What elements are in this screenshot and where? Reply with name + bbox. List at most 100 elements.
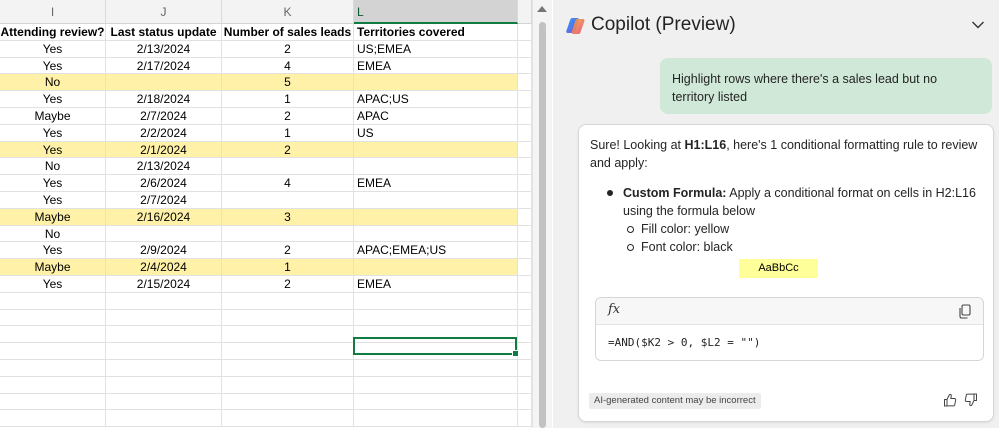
cell-territories[interactable]: EMEA bbox=[354, 275, 518, 293]
cell-attending[interactable]: Yes bbox=[0, 191, 106, 209]
cell-last-update[interactable]: 2/18/2024 bbox=[106, 91, 222, 108]
cell-attending[interactable]: No bbox=[0, 225, 106, 243]
header-cell-leads[interactable]: Number of sales leads bbox=[222, 24, 354, 41]
cell[interactable] bbox=[106, 343, 222, 360]
cell[interactable] bbox=[0, 393, 106, 411]
column-header-i[interactable]: I bbox=[0, 0, 106, 24]
cell-leads[interactable]: 4 bbox=[222, 57, 354, 75]
cell-territories[interactable] bbox=[354, 141, 518, 159]
cell[interactable] bbox=[518, 40, 532, 58]
copy-icon[interactable] bbox=[959, 304, 971, 319]
cell-territories[interactable]: US;EMEA bbox=[354, 40, 518, 58]
cell[interactable] bbox=[518, 225, 532, 243]
cell-last-update[interactable] bbox=[106, 74, 222, 92]
cell[interactable] bbox=[354, 359, 518, 377]
column-header-j[interactable]: J bbox=[106, 0, 222, 24]
cell-territories[interactable]: US bbox=[354, 124, 518, 142]
cell-territories[interactable]: APAC;EMEA;US bbox=[354, 242, 518, 260]
cell-leads[interactable]: 1 bbox=[222, 259, 354, 276]
cell[interactable] bbox=[518, 343, 532, 360]
cell[interactable] bbox=[0, 359, 106, 377]
cell-leads[interactable]: 2 bbox=[222, 275, 354, 293]
cell-attending[interactable]: Yes bbox=[0, 124, 106, 142]
cell[interactable] bbox=[222, 359, 354, 377]
cell[interactable] bbox=[354, 410, 518, 428]
chevron-down-icon[interactable] bbox=[971, 20, 985, 30]
thumbs-up-icon[interactable] bbox=[943, 393, 957, 407]
cell[interactable] bbox=[222, 343, 354, 360]
cell[interactable] bbox=[0, 292, 106, 310]
cell[interactable] bbox=[106, 326, 222, 344]
cell[interactable] bbox=[0, 343, 106, 360]
cell-attending[interactable]: Yes bbox=[0, 40, 106, 58]
cell-territories[interactable] bbox=[354, 74, 518, 92]
cell[interactable] bbox=[222, 309, 354, 327]
cell[interactable] bbox=[518, 74, 532, 92]
cell[interactable] bbox=[518, 208, 532, 226]
cell-leads[interactable] bbox=[222, 158, 354, 176]
cell[interactable] bbox=[518, 91, 532, 108]
cell-last-update[interactable]: 2/6/2024 bbox=[106, 175, 222, 192]
cell-attending[interactable]: Maybe bbox=[0, 208, 106, 226]
cell[interactable] bbox=[518, 259, 532, 276]
cell[interactable] bbox=[518, 242, 532, 260]
cell[interactable] bbox=[518, 309, 532, 327]
cell-territories[interactable] bbox=[354, 158, 518, 176]
cell[interactable] bbox=[106, 359, 222, 377]
cell[interactable] bbox=[222, 410, 354, 428]
cell-leads[interactable]: 2 bbox=[222, 107, 354, 125]
cell-territories[interactable]: EMEA bbox=[354, 57, 518, 75]
cell-territories[interactable] bbox=[354, 259, 518, 276]
cell[interactable] bbox=[518, 326, 532, 344]
cell-territories[interactable]: APAC;US bbox=[354, 91, 518, 108]
cell-territories[interactable] bbox=[354, 191, 518, 209]
cell[interactable] bbox=[222, 393, 354, 411]
thumbs-down-icon[interactable] bbox=[964, 393, 978, 407]
cell[interactable] bbox=[518, 24, 532, 41]
cell[interactable] bbox=[354, 309, 518, 327]
cell-leads[interactable]: 2 bbox=[222, 242, 354, 260]
cell[interactable] bbox=[518, 141, 532, 159]
header-cell-attending[interactable]: Attending review? bbox=[0, 24, 106, 41]
cell[interactable] bbox=[222, 376, 354, 394]
cell-territories[interactable] bbox=[354, 208, 518, 226]
cell-attending[interactable]: Maybe bbox=[0, 107, 106, 125]
vertical-scrollbar[interactable] bbox=[532, 0, 552, 428]
cell[interactable] bbox=[518, 158, 532, 176]
cell[interactable] bbox=[0, 410, 106, 428]
cell[interactable] bbox=[106, 309, 222, 327]
cell-attending[interactable]: No bbox=[0, 74, 106, 92]
cell-last-update[interactable]: 2/1/2024 bbox=[106, 141, 222, 159]
cell-last-update[interactable]: 2/9/2024 bbox=[106, 242, 222, 260]
cell[interactable] bbox=[518, 124, 532, 142]
column-header-m[interactable] bbox=[518, 0, 532, 24]
scroll-up-arrow-icon[interactable] bbox=[537, 6, 547, 12]
cell[interactable] bbox=[0, 326, 106, 344]
column-header-l[interactable]: L bbox=[354, 0, 518, 24]
cell[interactable] bbox=[518, 410, 532, 428]
cell-territories[interactable] bbox=[354, 225, 518, 243]
cell-attending[interactable]: Yes bbox=[0, 141, 106, 159]
cell-last-update[interactable] bbox=[106, 225, 222, 243]
spreadsheet[interactable]: I J K L Attending review? Last status up… bbox=[0, 0, 532, 428]
cell-last-update[interactable]: 2/13/2024 bbox=[106, 40, 222, 58]
cell-attending[interactable]: Yes bbox=[0, 275, 106, 293]
cell[interactable] bbox=[518, 191, 532, 209]
cell-last-update[interactable]: 2/15/2024 bbox=[106, 275, 222, 293]
cell-leads[interactable] bbox=[222, 191, 354, 209]
active-cell-selection[interactable] bbox=[353, 337, 519, 357]
cell-leads[interactable]: 1 bbox=[222, 124, 354, 142]
cell-attending[interactable]: Maybe bbox=[0, 259, 106, 276]
cell[interactable] bbox=[518, 359, 532, 377]
cell-grid[interactable]: Attending review? Last status update Num… bbox=[0, 24, 532, 428]
cell[interactable] bbox=[222, 326, 354, 344]
cell[interactable] bbox=[106, 410, 222, 428]
cell-leads[interactable]: 1 bbox=[222, 91, 354, 108]
column-header-k[interactable]: K bbox=[222, 0, 354, 24]
cell[interactable] bbox=[354, 292, 518, 310]
cell[interactable] bbox=[518, 292, 532, 310]
cell[interactable] bbox=[354, 376, 518, 394]
cell[interactable] bbox=[106, 393, 222, 411]
cell-leads[interactable] bbox=[222, 225, 354, 243]
cell[interactable] bbox=[106, 376, 222, 394]
